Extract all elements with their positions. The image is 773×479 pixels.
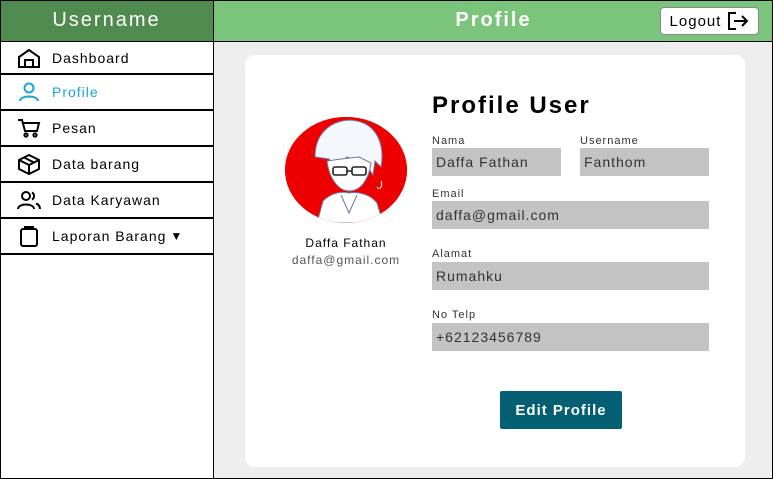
sidebar-item-pesan[interactable]: Pesan [0, 111, 213, 147]
top-bar: Profile Logout [214, 0, 773, 42]
profile-name: Daffa Fathan [305, 236, 387, 250]
sidebar-item-label: Data barang [52, 156, 141, 172]
logout-icon [728, 12, 749, 30]
sidebar-username: Username [52, 9, 161, 31]
telp-field[interactable]: +62123456789 [432, 323, 709, 351]
sidebar-header: Username [0, 0, 213, 42]
sidebar-item-label: Pesan [52, 120, 97, 136]
sidebar-item-label: Data Karyawan [52, 192, 161, 208]
profile-email: daffa@gmail.com [291, 253, 401, 267]
logout-button[interactable]: Logout [660, 7, 759, 35]
sidebar-item-data-karyawan[interactable]: Data Karyawan [0, 183, 213, 219]
sidebar-item-label: Dashboard [52, 49, 130, 66]
page-title: Profile [455, 9, 532, 31]
avatar [285, 117, 407, 223]
sidebar-item-data-barang[interactable]: Data barang [0, 147, 213, 183]
email-label: Email [432, 188, 465, 200]
sidebar-item-label: Laporan Barang [52, 228, 167, 244]
sidebar-item-profile[interactable]: Profile [0, 75, 213, 111]
cart-icon [16, 117, 42, 139]
alamat-field[interactable]: Rumahku [432, 262, 709, 290]
user-icon [16, 81, 42, 103]
caret-down-icon[interactable]: ▼ [170, 229, 183, 243]
username-label: Username [580, 135, 639, 147]
sidebar: Username Dashboard Profile Pesan Data ba… [0, 0, 214, 479]
sidebar-item-laporan-barang[interactable]: Laporan Barang ▼ [0, 219, 213, 255]
home-icon [16, 47, 42, 69]
edit-profile-button[interactable]: Edit Profile [500, 391, 622, 429]
sidebar-item-label: Profile [52, 84, 99, 100]
nama-field[interactable]: Daffa Fathan [432, 148, 561, 176]
nama-label: Nama [432, 135, 466, 147]
alamat-label: Alamat [432, 248, 473, 260]
logout-label: Logout [669, 12, 722, 30]
telp-label: No Telp [432, 309, 477, 321]
clipboard-icon [16, 225, 42, 247]
form-title: Profile User [432, 92, 591, 119]
username-field[interactable]: Fanthom [580, 148, 709, 176]
profile-card: Daffa Fathan daffa@gmail.com Profile Use… [245, 55, 745, 467]
sidebar-item-dashboard[interactable]: Dashboard [0, 42, 213, 75]
users-icon [16, 189, 42, 211]
email-field[interactable]: daffa@gmail.com [432, 201, 709, 229]
main-content: Daffa Fathan daffa@gmail.com Profile Use… [214, 42, 772, 478]
box-icon [16, 153, 42, 175]
